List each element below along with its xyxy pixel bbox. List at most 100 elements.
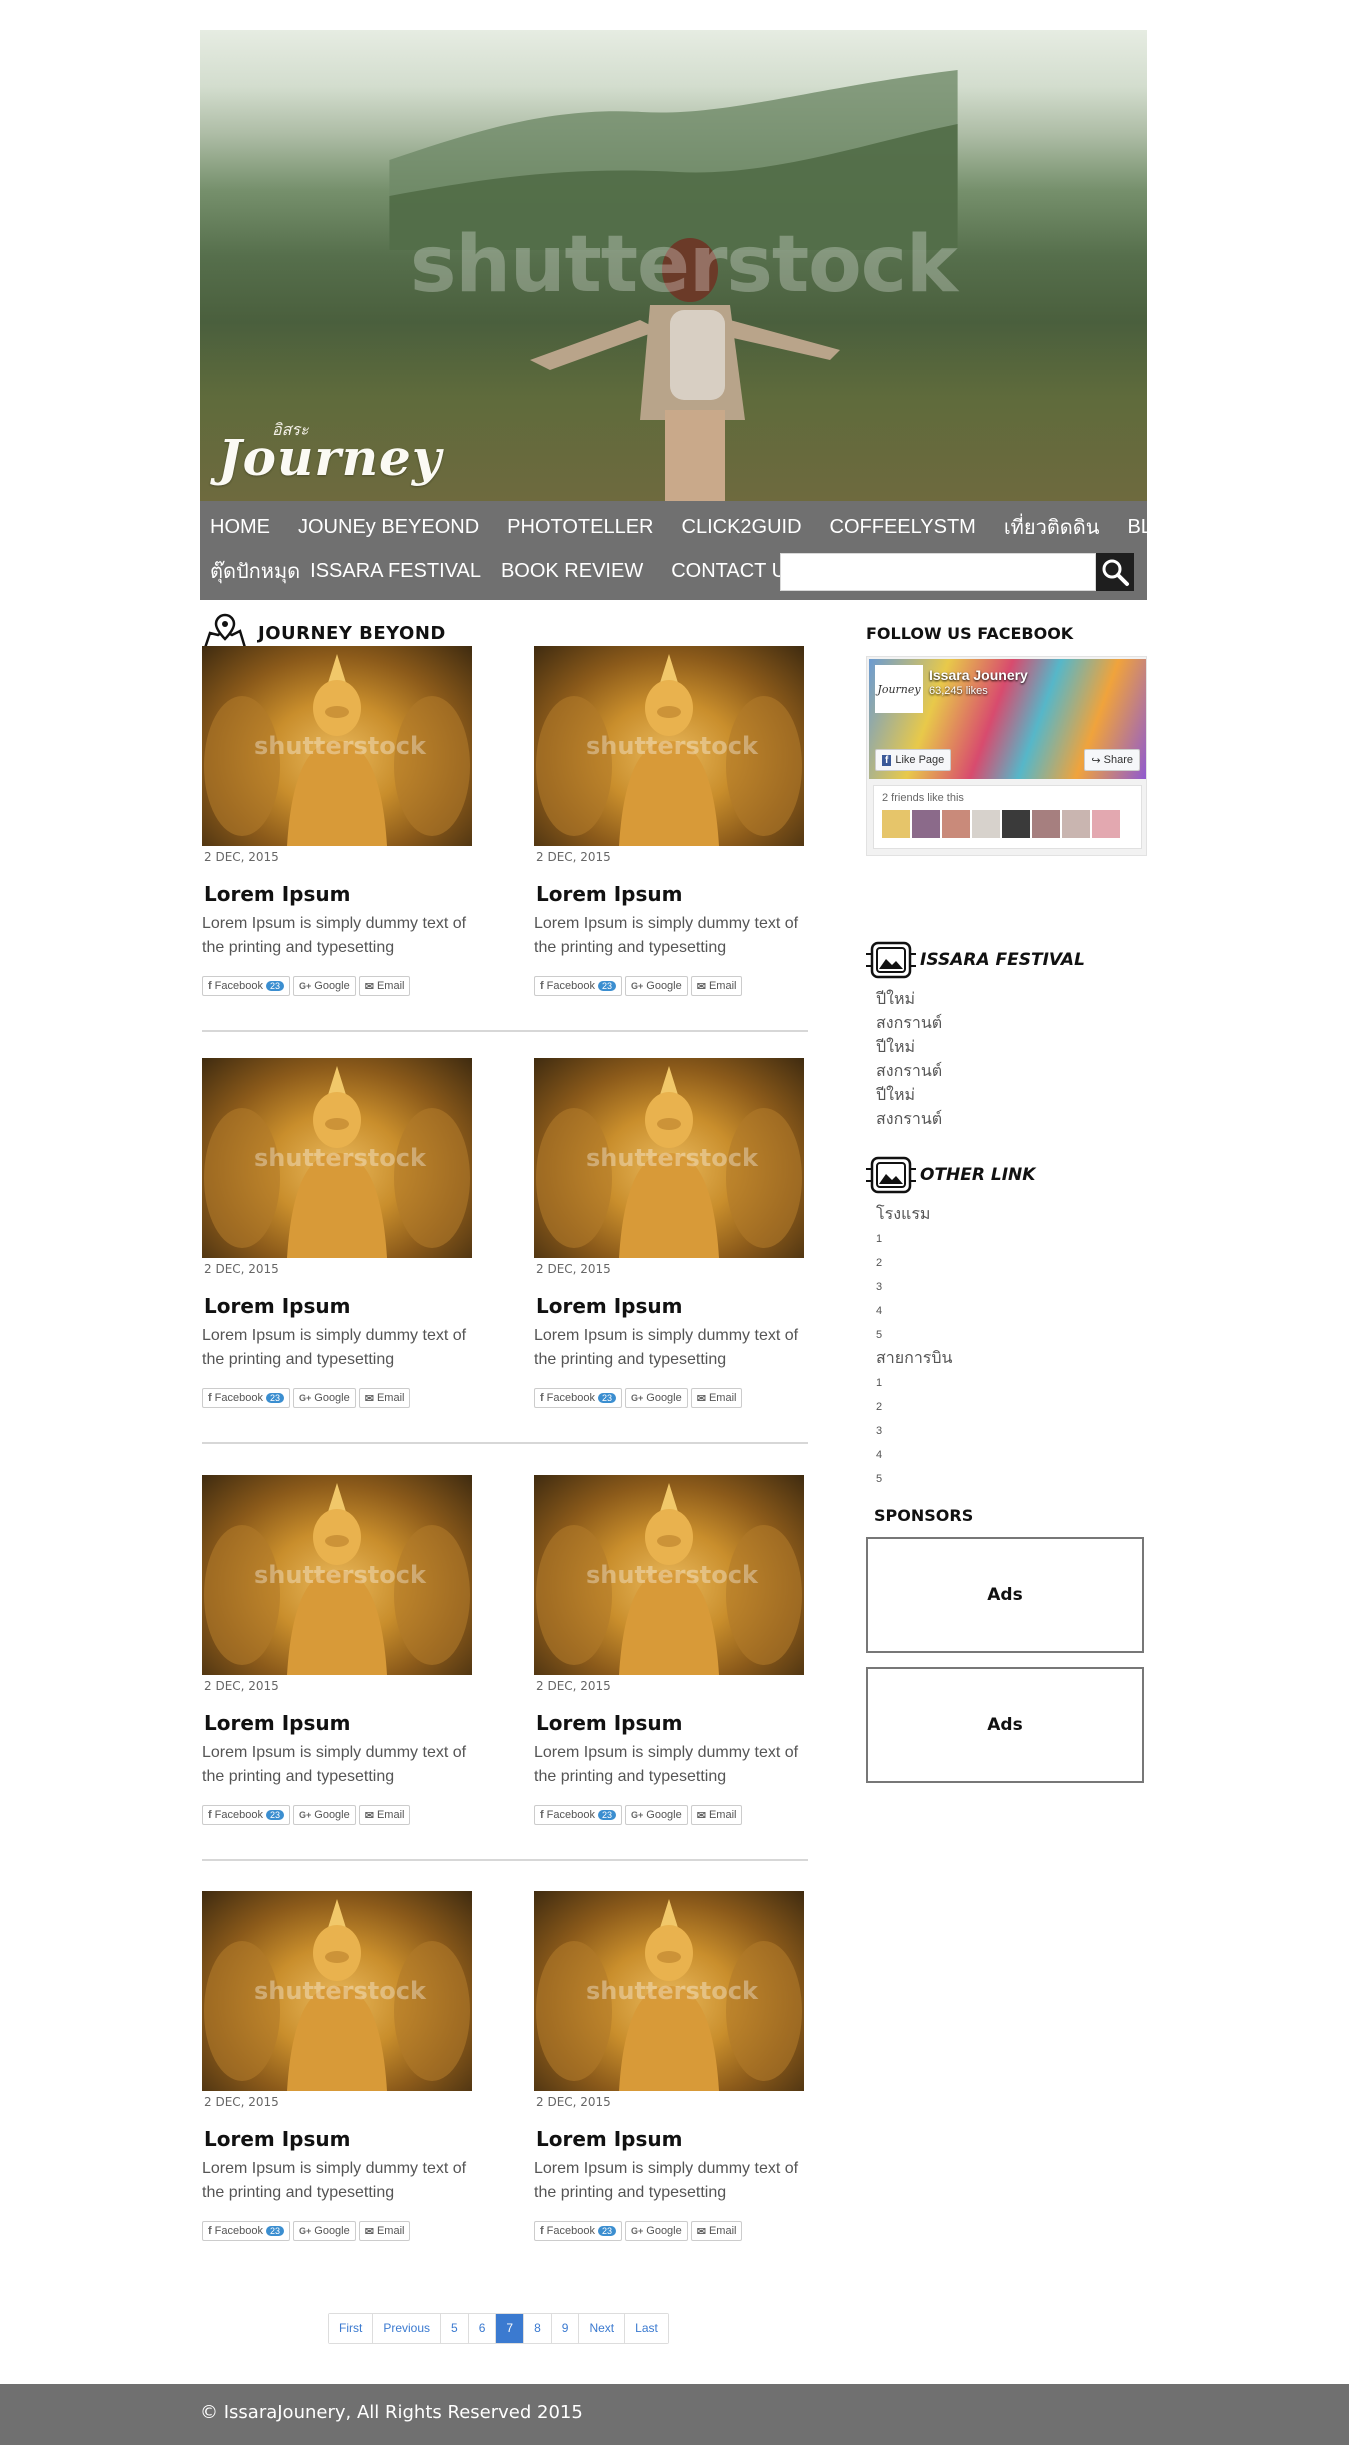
post-title[interactable]: Lorem Ipsum <box>534 1294 804 1318</box>
nav-item-0[interactable]: HOME <box>200 516 270 539</box>
festival-link[interactable]: สงกรานต์ <box>876 1108 1147 1132</box>
google-share-button[interactable]: G+ Google <box>293 1388 356 1408</box>
nav-item-row2-3[interactable]: CONTACT US <box>661 560 799 583</box>
nav-item-5[interactable]: เที่ยวติดดิน <box>994 511 1100 543</box>
google-share-button[interactable]: G+ Google <box>293 976 356 996</box>
nav-item-2[interactable]: PHOTOTELLER <box>497 516 653 539</box>
facebook-page-avatar[interactable]: Journey <box>875 665 923 713</box>
post-card[interactable]: shutterstock 2 DEC, 2015 Lorem Ipsum Lorem … <box>202 1058 472 1408</box>
hotel-item[interactable]: 3 <box>876 1275 1147 1299</box>
post-title[interactable]: Lorem Ipsum <box>202 1711 472 1735</box>
facebook-share-button[interactable]: f Facebook 23 <box>202 1805 290 1825</box>
facebook-share-button[interactable]: ↪ Share <box>1084 749 1140 771</box>
hotel-item[interactable]: 4 <box>876 1299 1147 1323</box>
page-link-previous[interactable]: Previous <box>372 2314 441 2343</box>
page-link-last[interactable]: Last <box>624 2314 668 2343</box>
post-card[interactable]: shutterstock 2 DEC, 2015 Lorem Ipsum Lorem … <box>202 1891 472 2241</box>
email-share-button[interactable]: ✉ Email <box>358 976 411 996</box>
hotel-item[interactable]: 2 <box>876 1251 1147 1275</box>
email-share-button[interactable]: ✉ Email <box>690 1388 743 1408</box>
page-link-8[interactable]: 8 <box>523 2314 551 2343</box>
google-share-button[interactable]: G+ Google <box>293 1805 356 1825</box>
facebook-share-button[interactable]: f Facebook 23 <box>534 1388 622 1408</box>
avatar[interactable] <box>1032 810 1060 838</box>
facebook-share-button[interactable]: f Facebook 23 <box>202 976 290 996</box>
avatar[interactable] <box>1002 810 1030 838</box>
facebook-share-button[interactable]: f Facebook 23 <box>534 2221 622 2241</box>
avatar[interactable] <box>912 810 940 838</box>
airline-item[interactable]: 1 <box>876 1371 1147 1395</box>
airline-item[interactable]: 2 <box>876 1395 1147 1419</box>
hotel-item[interactable]: 1 <box>876 1227 1147 1251</box>
ad-slot-1[interactable]: Ads <box>866 1537 1144 1653</box>
airline-link[interactable]: สายการบิน <box>876 1347 1147 1371</box>
email-share-button[interactable]: ✉ Email <box>690 1805 743 1825</box>
nav-item-4[interactable]: COFFEELYSTM <box>820 516 976 539</box>
festival-link[interactable]: ปีใหม่ <box>876 988 1147 1012</box>
post-thumbnail[interactable]: shutterstock <box>202 646 472 846</box>
page-link-5[interactable]: 5 <box>440 2314 468 2343</box>
facebook-share-button[interactable]: f Facebook 23 <box>534 976 622 996</box>
email-share-button[interactable]: ✉ Email <box>358 1805 411 1825</box>
avatar[interactable] <box>942 810 970 838</box>
facebook-page-name[interactable]: Issara Jounery <box>929 667 1028 683</box>
site-logo[interactable]: Journey <box>218 428 442 487</box>
avatar[interactable] <box>882 810 910 838</box>
nav-item-3[interactable]: CLICK2GUID <box>672 516 802 539</box>
page-link-7[interactable]: 7 <box>495 2314 524 2343</box>
airline-item[interactable]: 3 <box>876 1419 1147 1443</box>
festival-link[interactable]: สงกรานต์ <box>876 1060 1147 1084</box>
google-share-button[interactable]: G+ Google <box>625 1805 688 1825</box>
post-card[interactable]: shutterstock 2 DEC, 2015 Lorem Ipsum Lorem … <box>534 1475 804 1825</box>
post-title[interactable]: Lorem Ipsum <box>534 2127 804 2151</box>
facebook-share-button[interactable]: f Facebook 23 <box>202 2221 290 2241</box>
google-share-button[interactable]: G+ Google <box>293 2221 356 2241</box>
post-title[interactable]: Lorem Ipsum <box>534 882 804 906</box>
hotel-link[interactable]: โรงแรม <box>876 1203 1147 1227</box>
post-card[interactable]: shutterstock 2 DEC, 2015 Lorem Ipsum Lorem … <box>534 646 804 996</box>
post-thumbnail[interactable]: shutterstock <box>534 646 804 846</box>
search-input[interactable] <box>780 553 1096 591</box>
post-title[interactable]: Lorem Ipsum <box>202 882 472 906</box>
page-link-6[interactable]: 6 <box>467 2314 496 2343</box>
google-share-button[interactable]: G+ Google <box>625 2221 688 2241</box>
page-link-9[interactable]: 9 <box>550 2314 579 2343</box>
festival-link[interactable]: ปีใหม่ <box>876 1036 1147 1060</box>
avatar[interactable] <box>1092 810 1120 838</box>
post-title[interactable]: Lorem Ipsum <box>202 2127 472 2151</box>
page-link-first[interactable]: First <box>329 2314 373 2343</box>
avatar[interactable] <box>972 810 1000 838</box>
post-title[interactable]: Lorem Ipsum <box>202 1294 472 1318</box>
facebook-like-page-button[interactable]: f Like Page <box>875 749 952 771</box>
airline-item[interactable]: 5 <box>876 1467 1147 1491</box>
facebook-share-button[interactable]: f Facebook 23 <box>534 1805 622 1825</box>
festival-link[interactable]: ปีใหม่ <box>876 1084 1147 1108</box>
google-share-button[interactable]: G+ Google <box>625 976 688 996</box>
ad-slot-2[interactable]: Ads <box>866 1667 1144 1783</box>
email-share-button[interactable]: ✉ Email <box>690 2221 743 2241</box>
post-card[interactable]: shutterstock 2 DEC, 2015 Lorem Ipsum Lorem … <box>534 1891 804 2241</box>
facebook-share-button[interactable]: f Facebook 23 <box>202 1388 290 1408</box>
nav-item-row2-1[interactable]: ISSARA FESTIVAL <box>300 560 481 583</box>
post-thumbnail[interactable]: shutterstock <box>534 1475 804 1675</box>
post-thumbnail[interactable]: shutterstock <box>202 1058 472 1258</box>
email-share-button[interactable]: ✉ Email <box>358 2221 411 2241</box>
post-thumbnail[interactable]: shutterstock <box>534 1058 804 1258</box>
festival-link[interactable]: สงกรานต์ <box>876 1012 1147 1036</box>
hotel-item[interactable]: 5 <box>876 1323 1147 1347</box>
post-thumbnail[interactable]: shutterstock <box>202 1475 472 1675</box>
page-link-next[interactable]: Next <box>578 2314 625 2343</box>
search-button[interactable] <box>1096 553 1134 591</box>
post-card[interactable]: shutterstock 2 DEC, 2015 Lorem Ipsum Lorem … <box>534 1058 804 1408</box>
nav-item-row2-0[interactable]: ตุ๊ดปักหมุด <box>200 555 300 587</box>
post-title[interactable]: Lorem Ipsum <box>534 1711 804 1735</box>
email-share-button[interactable]: ✉ Email <box>358 1388 411 1408</box>
post-thumbnail[interactable]: shutterstock <box>534 1891 804 2091</box>
post-card[interactable]: shutterstock 2 DEC, 2015 Lorem Ipsum Lorem … <box>202 1475 472 1825</box>
post-thumbnail[interactable]: shutterstock <box>202 1891 472 2091</box>
email-share-button[interactable]: ✉ Email <box>690 976 743 996</box>
avatar[interactable] <box>1062 810 1090 838</box>
post-card[interactable]: shutterstock 2 DEC, 2015 Lorem Ipsum Lorem … <box>202 646 472 996</box>
google-share-button[interactable]: G+ Google <box>625 1388 688 1408</box>
nav-item-row2-2[interactable]: BOOK REVIEW <box>491 560 643 583</box>
